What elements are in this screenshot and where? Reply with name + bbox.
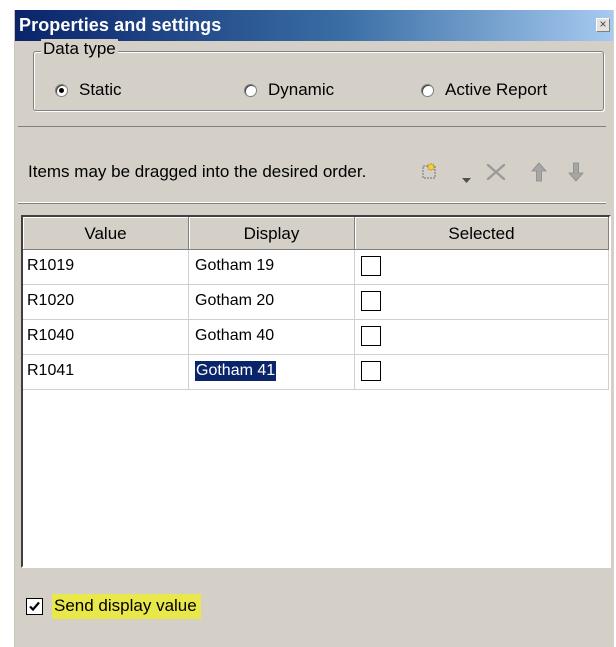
cell-display-editing[interactable]: Gotham 41 <box>189 355 355 390</box>
move-down-icon[interactable] <box>566 161 586 188</box>
row-selected-checkbox[interactable] <box>361 361 381 381</box>
column-header-selected[interactable]: Selected <box>355 217 609 250</box>
table-row[interactable]: R1019 Gotham 19 <box>23 250 609 285</box>
cell-value[interactable]: R1019 <box>23 250 189 285</box>
drag-hint-text: Items may be dragged into the desired or… <box>28 162 367 181</box>
title-bar[interactable]: Properties and settings × <box>15 10 613 41</box>
radio-active-report-indicator[interactable] <box>421 83 434 97</box>
cell-display[interactable]: Gotham 40 <box>189 320 355 355</box>
row-selected-checkbox[interactable] <box>361 291 381 311</box>
row-selected-checkbox[interactable] <box>361 326 381 346</box>
column-header-value[interactable]: Value <box>23 217 189 250</box>
column-header-display[interactable]: Display <box>189 217 355 250</box>
radio-dynamic[interactable]: Dynamic <box>244 79 334 101</box>
dropdown-arrow-icon[interactable] <box>462 169 471 189</box>
table-row[interactable]: R1020 Gotham 20 <box>23 285 609 320</box>
move-up-icon[interactable] <box>529 161 549 188</box>
radio-static[interactable]: Static <box>55 79 122 101</box>
cell-display[interactable]: Gotham 19 <box>189 250 355 285</box>
cell-display-selected-text[interactable]: Gotham 41 <box>195 361 277 381</box>
cell-selected[interactable] <box>355 320 609 355</box>
cell-value[interactable]: R1041 <box>23 355 189 390</box>
radio-static-indicator[interactable] <box>55 83 68 97</box>
send-display-value-option[interactable]: Send display value <box>26 594 201 619</box>
cell-selected[interactable] <box>355 250 609 285</box>
radio-dynamic-indicator[interactable] <box>244 83 257 97</box>
table-row[interactable]: R1040 Gotham 40 <box>23 320 609 355</box>
grid-rows: R1019 Gotham 19 R1020 Gotham 20 R1040 Go… <box>23 250 609 390</box>
cell-selected[interactable] <box>355 355 609 390</box>
checkmark-icon <box>29 601 40 612</box>
radio-active-report[interactable]: Active Report <box>421 79 547 101</box>
table-row[interactable]: R1041 Gotham 41 <box>23 355 609 390</box>
radio-active-report-label: Active Report <box>445 80 548 99</box>
new-item-icon[interactable] <box>420 161 440 186</box>
cell-value[interactable]: R1020 <box>23 285 189 320</box>
row-selected-checkbox[interactable] <box>361 256 381 276</box>
send-display-value-label: Send display value <box>52 594 201 619</box>
radio-static-label: Static <box>79 80 122 99</box>
radio-dynamic-label: Dynamic <box>268 80 335 99</box>
cell-display[interactable]: Gotham 20 <box>189 285 355 320</box>
values-grid[interactable]: Value Display Selected R1019 Gotham 19 R… <box>21 215 611 568</box>
send-display-value-checkbox[interactable] <box>26 598 43 615</box>
window-title: Properties and settings <box>19 15 222 35</box>
grid-header: Value Display Selected <box>23 217 609 250</box>
delete-icon[interactable] <box>485 162 507 187</box>
data-type-legend: Data type <box>41 39 118 59</box>
cell-selected[interactable] <box>355 285 609 320</box>
cell-value[interactable]: R1040 <box>23 320 189 355</box>
close-button[interactable]: × <box>596 18 610 32</box>
